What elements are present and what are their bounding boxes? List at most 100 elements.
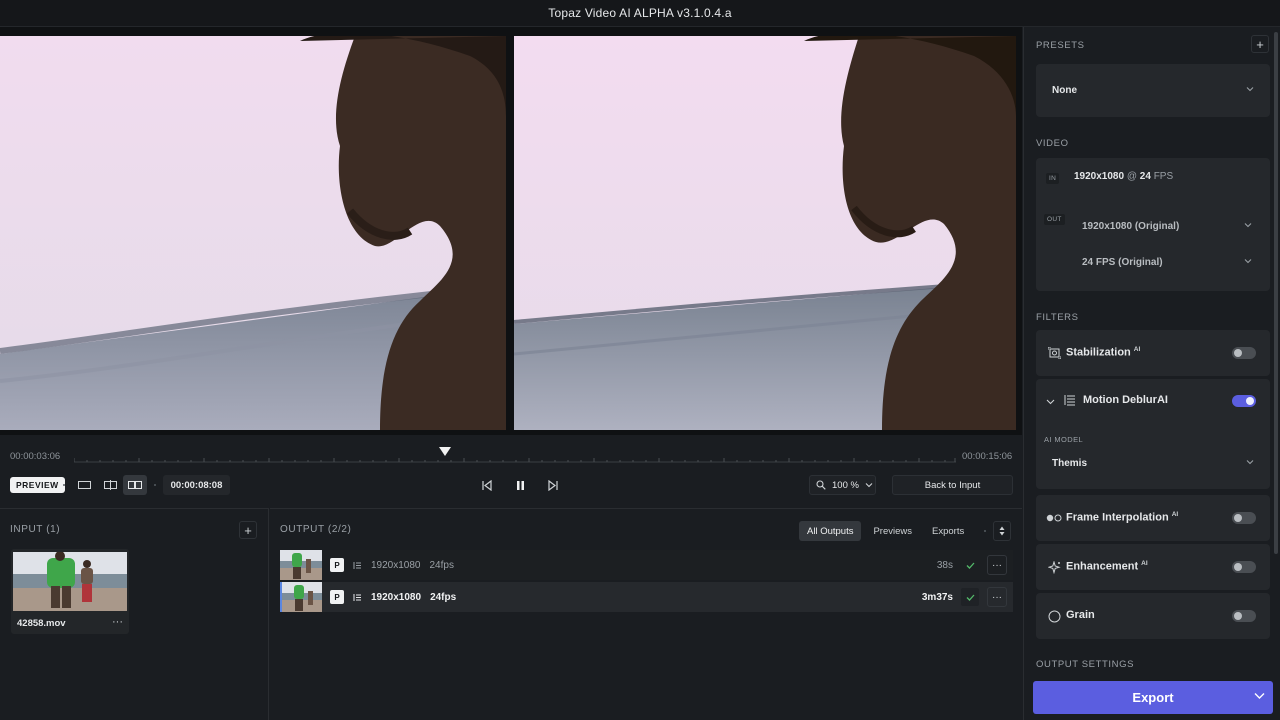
- sparkle-icon: [1046, 559, 1062, 575]
- input-fps-number: 24: [1139, 171, 1151, 182]
- side-by-side-icon: [128, 481, 142, 489]
- stabilization-label: Stabilization: [1066, 346, 1131, 359]
- preview-button[interactable]: PREVIEW: [10, 477, 65, 493]
- check-icon: [961, 556, 979, 574]
- preview-frame-image: [514, 36, 1016, 430]
- preset-select[interactable]: None: [1040, 76, 1266, 104]
- chevron-down-icon: [1246, 87, 1254, 92]
- output-resolution: 1920x1080: [371, 591, 422, 603]
- output-thumbnail-image: [280, 550, 322, 580]
- ai-model-value: Themis: [1052, 457, 1088, 469]
- side-by-side-view-button[interactable]: [123, 475, 147, 495]
- export-button[interactable]: Export: [1033, 681, 1273, 714]
- output-resolution: 1920x1080: [371, 559, 421, 571]
- output-duration: 3m37s: [921, 591, 953, 603]
- single-view-icon: [77, 481, 91, 489]
- output-resolution-select[interactable]: 1920x1080 (Original): [1074, 212, 1260, 240]
- step-back-button[interactable]: [475, 475, 497, 495]
- add-input-button[interactable]: +: [239, 521, 257, 539]
- single-view-button[interactable]: [72, 475, 96, 495]
- ai-tag: AI: [1141, 560, 1148, 567]
- input-resolution: 1920x1080: [1074, 171, 1125, 182]
- original-frame[interactable]: [0, 36, 506, 430]
- grain-icon: [1046, 608, 1062, 624]
- step-back-icon: [481, 479, 492, 491]
- step-forward-button[interactable]: [542, 475, 564, 495]
- current-timecode[interactable]: 00:00:08:08: [163, 475, 230, 495]
- timeline-track[interactable]: [74, 455, 956, 463]
- tab-exports[interactable]: Exports: [924, 521, 972, 541]
- output-row[interactable]: P 1920x1080 24fps 38s ···: [280, 550, 1013, 580]
- add-preset-button[interactable]: +: [1251, 35, 1269, 53]
- sort-button[interactable]: [993, 521, 1011, 541]
- chevron-down-icon[interactable]: [1046, 396, 1055, 408]
- settings-sidebar: PRESETS + None VIDEO IN 1920x1080 @ 24 F…: [1023, 27, 1280, 720]
- zoom-select[interactable]: 100 %: [809, 475, 876, 495]
- filter-label[interactable]: Motion DeblurAI: [1083, 394, 1168, 406]
- input-panel: INPUT (1) + 42858.mov ···: [0, 508, 269, 720]
- filters-list-icon: [353, 593, 362, 602]
- split-view-icon: [103, 480, 117, 490]
- export-label: Export: [1132, 690, 1174, 705]
- output-fps: 24fps: [430, 591, 457, 603]
- filter-frame-interpolation[interactable]: Frame Interpolation AI: [1036, 495, 1270, 541]
- enhancement-toggle[interactable]: [1232, 561, 1256, 573]
- video-viewer[interactable]: [0, 27, 1022, 435]
- filter-label: Enhancement AI: [1066, 560, 1148, 573]
- stabilization-icon: [1046, 345, 1062, 361]
- motion-deblur-icon: [1064, 394, 1076, 409]
- in-badge: IN: [1046, 173, 1060, 184]
- tab-all-outputs[interactable]: All Outputs: [799, 521, 862, 541]
- playhead-handle[interactable]: [439, 447, 451, 456]
- grain-toggle[interactable]: [1232, 610, 1256, 622]
- play-pause-button[interactable]: [509, 475, 531, 495]
- output-fps-select[interactable]: 24 FPS (Original): [1074, 248, 1260, 276]
- output-fps: 24fps: [429, 559, 454, 571]
- sidebar-scrollbar[interactable]: [1274, 32, 1278, 554]
- filter-stabilization[interactable]: Stabilization AI: [1036, 330, 1270, 376]
- step-forward-icon: [547, 479, 558, 491]
- tab-previews[interactable]: Previews: [865, 521, 920, 541]
- chevron-down-icon: [1244, 259, 1252, 264]
- input-item[interactable]: 42858.mov ···: [11, 549, 129, 634]
- output-thumbnail: [280, 582, 322, 612]
- filter-grain[interactable]: Grain: [1036, 593, 1270, 639]
- separator-dot: [984, 530, 986, 532]
- chevron-down-icon[interactable]: [1254, 692, 1265, 700]
- split-view-button[interactable]: [98, 475, 122, 495]
- ai-model-select[interactable]: Themis: [1040, 449, 1266, 477]
- output-panel-title: OUTPUT (2/2): [280, 524, 352, 535]
- zoom-value: 100 %: [832, 479, 859, 491]
- preset-value: None: [1052, 84, 1077, 96]
- check-icon: [961, 588, 979, 606]
- output-more-button[interactable]: ···: [987, 555, 1007, 575]
- output-filter-tabs: All Outputs Previews Exports: [799, 521, 972, 541]
- app-title: Topaz Video AI ALPHA v3.1.0.4.a: [548, 6, 732, 20]
- output-more-button[interactable]: ···: [987, 587, 1007, 607]
- out-badge: OUT: [1044, 214, 1065, 225]
- timeline[interactable]: 00:00:03:06 00:00:15:06: [0, 441, 1022, 471]
- input-more-button[interactable]: ···: [112, 616, 123, 628]
- input-fps-unit: FPS: [1153, 171, 1174, 182]
- timeline-start-time: 00:00:03:06: [10, 451, 61, 462]
- frame-interpolation-toggle[interactable]: [1232, 512, 1256, 524]
- motion-deblur-label: Motion Deblur: [1083, 394, 1157, 406]
- input-at-sign: @: [1126, 171, 1137, 182]
- filters-title: FILTERS: [1036, 312, 1079, 323]
- chevron-down-icon: [1244, 223, 1252, 228]
- input-video-spec: 1920x1080 @ 24 FPS: [1074, 171, 1173, 182]
- original-frame-image: [0, 36, 506, 430]
- grain-label: Grain: [1066, 609, 1095, 621]
- preview-frame[interactable]: [514, 36, 1016, 430]
- output-settings-title: OUTPUT SETTINGS: [1036, 659, 1135, 670]
- filter-enhancement[interactable]: Enhancement AI: [1036, 544, 1270, 590]
- enhancement-label: Enhancement: [1066, 560, 1139, 573]
- output-row[interactable]: P 1920x1080 24fps 3m37s ···: [280, 582, 1013, 612]
- magnifier-icon: [816, 480, 826, 490]
- motion-deblur-toggle[interactable]: [1232, 395, 1256, 407]
- back-to-input-button[interactable]: Back to Input: [892, 475, 1013, 495]
- stabilization-toggle[interactable]: [1232, 347, 1256, 359]
- input-thumbnail-image: [13, 552, 127, 611]
- ai-tag: AI: [1133, 346, 1141, 353]
- separator-dot: [154, 484, 156, 486]
